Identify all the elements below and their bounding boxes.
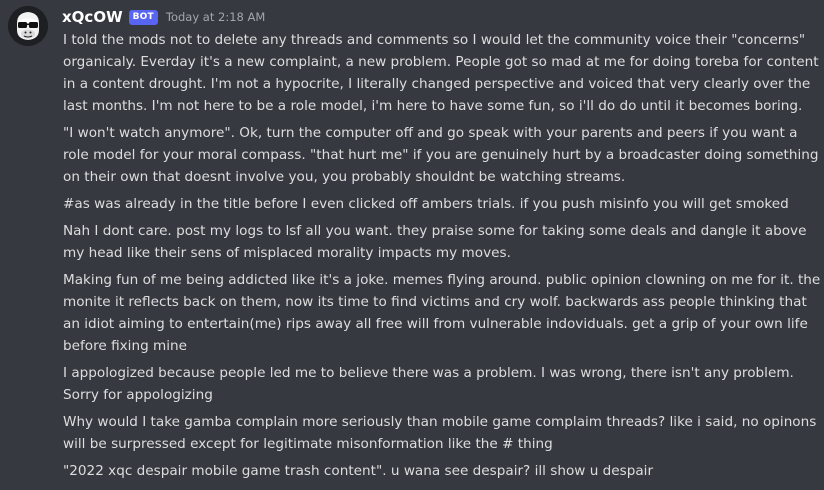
message-paragraph: "I won't watch anymore". Ok, turn the co…: [63, 125, 819, 185]
message-paragraph: I told the mods not to delete any thread…: [63, 32, 819, 114]
message-paragraph: Making fun of me being addicted like it'…: [63, 272, 821, 354]
message-paragraph: Nah I dont care. post my logs to lsf all…: [63, 223, 807, 261]
user-avatar[interactable]: [8, 6, 48, 46]
message-timestamp[interactable]: Today at 2:18 AM: [166, 10, 265, 24]
message-body: I told the mods not to delete any thread…: [63, 29, 823, 487]
message-paragraph: #as was already in the title before I ev…: [63, 196, 789, 212]
bot-badge: BOT: [128, 9, 158, 25]
message-header: xQcOW BOT Today at 2:18 AM: [62, 6, 265, 28]
chat-message: xQcOW BOT Today at 2:18 AM I told the mo…: [0, 0, 824, 490]
message-paragraph: I appologized because people led me to b…: [63, 365, 794, 403]
username[interactable]: xQcOW: [62, 8, 123, 26]
message-paragraph: Why would I take gamba complain more ser…: [63, 414, 817, 452]
gorilla-sunglasses-avatar-icon: [8, 6, 48, 46]
message-paragraph: "2022 xqc despair mobile game trash cont…: [63, 463, 654, 479]
